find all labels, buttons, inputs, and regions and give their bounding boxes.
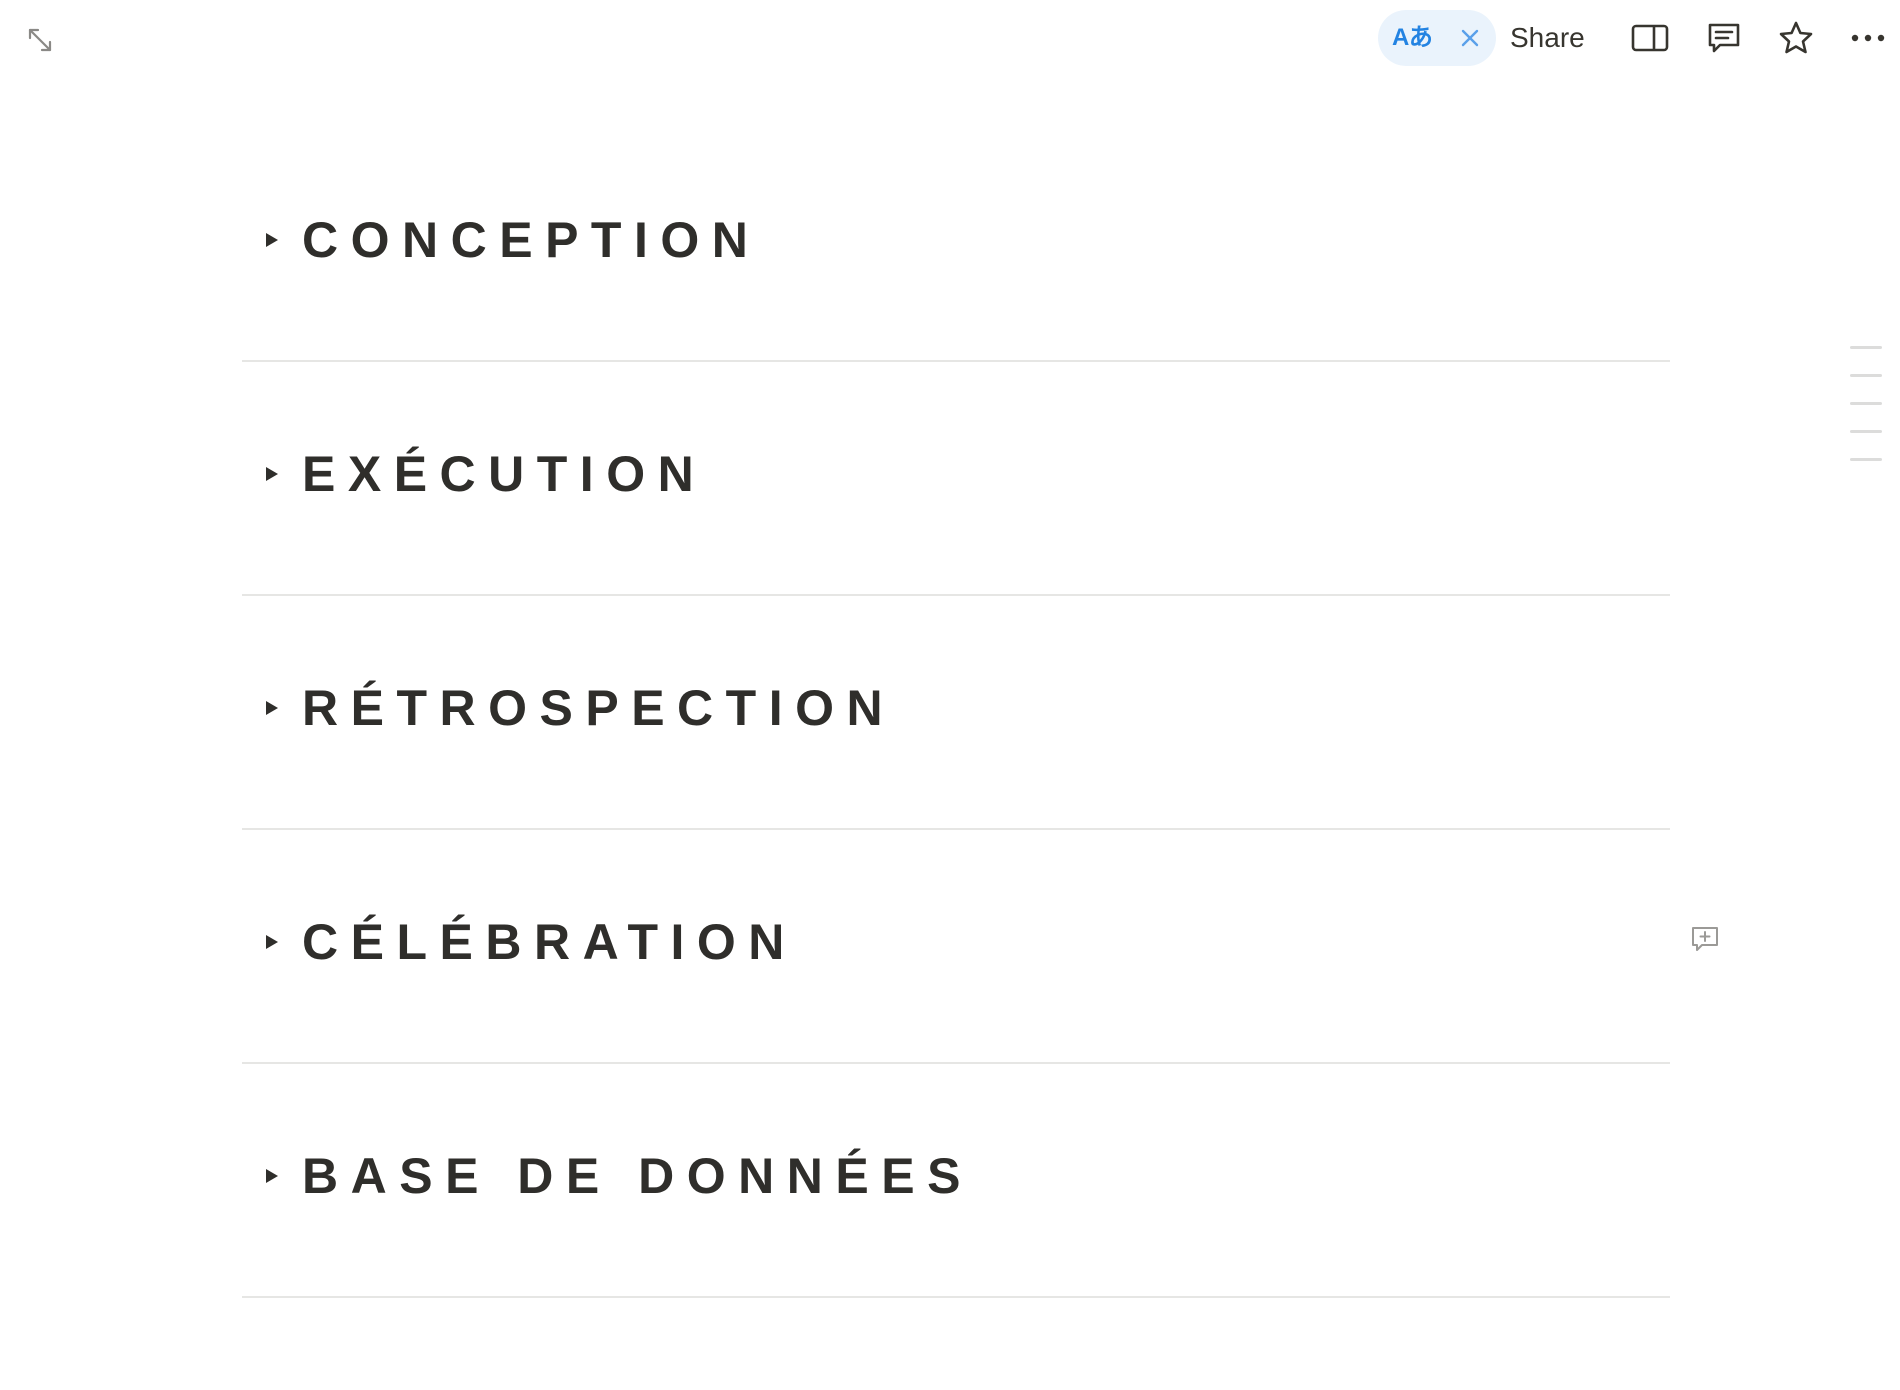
toggle-heading[interactable]: CONCEPTION	[302, 210, 760, 270]
outline-mark[interactable]	[1850, 374, 1882, 377]
collapse-icon[interactable]	[24, 24, 56, 56]
divider	[242, 1296, 1670, 1298]
toggle-block[interactable]: CÉLÉBRATION	[242, 824, 1670, 1058]
toggle-heading[interactable]: RÉTROSPECTION	[302, 678, 895, 738]
star-icon[interactable]	[1776, 18, 1816, 58]
toggle-heading[interactable]: BASE DE DONNÉES	[302, 1146, 973, 1206]
more-icon[interactable]	[1848, 18, 1888, 58]
translate-toggle[interactable]: Aあ	[1378, 10, 1496, 66]
outline-mark[interactable]	[1850, 458, 1882, 461]
toggle-block[interactable]: EXÉCUTION	[242, 356, 1670, 590]
toggle-arrow-icon[interactable]	[258, 226, 286, 254]
toggle-block[interactable]: RÉTROSPECTION	[242, 590, 1670, 824]
toggle-arrow-icon[interactable]	[258, 1162, 286, 1190]
outline-mark[interactable]	[1850, 402, 1882, 405]
share-button[interactable]: Share	[1510, 18, 1585, 58]
toggle-block[interactable]: CONCEPTION	[242, 122, 1670, 356]
close-icon[interactable]	[1458, 26, 1482, 50]
outline-mark[interactable]	[1850, 346, 1882, 349]
comments-icon[interactable]	[1704, 18, 1744, 58]
sidebar-panel-icon[interactable]	[1630, 18, 1670, 58]
top-bar: Aあ Share	[0, 0, 1900, 80]
translate-badge-label: Aあ	[1392, 24, 1433, 51]
toggle-heading[interactable]: EXÉCUTION	[302, 444, 706, 504]
toggle-arrow-icon[interactable]	[258, 694, 286, 722]
toggle-arrow-icon[interactable]	[258, 928, 286, 956]
toggle-arrow-icon[interactable]	[258, 460, 286, 488]
toggle-heading[interactable]: CÉLÉBRATION	[302, 912, 797, 972]
toggle-block[interactable]: BASE DE DONNÉES	[242, 1058, 1670, 1292]
add-comment-icon[interactable]	[1688, 922, 1722, 956]
outline-mark[interactable]	[1850, 430, 1882, 433]
